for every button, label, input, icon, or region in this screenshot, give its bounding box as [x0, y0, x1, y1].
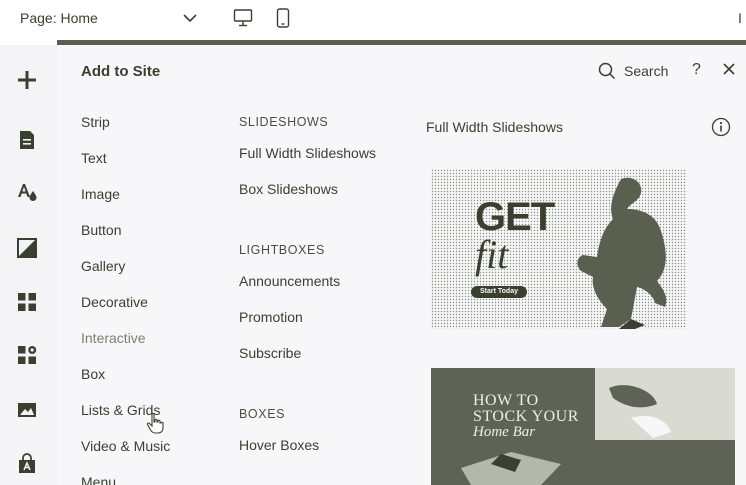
hand-cursor-icon: [146, 412, 164, 434]
desktop-icon[interactable]: [233, 8, 253, 28]
subcategory-full-width-slideshows[interactable]: Full Width Slideshows: [239, 145, 376, 161]
category-button[interactable]: Button: [81, 222, 121, 238]
get-fit-preview-image: [431, 169, 687, 329]
page-selector-prefix: Page:: [20, 10, 61, 26]
category-decorative[interactable]: Decorative: [81, 294, 148, 310]
subcategory-promotion[interactable]: Promotion: [239, 309, 303, 325]
category-video-music[interactable]: Video & Music: [81, 438, 170, 454]
panel-title: Add to Site: [81, 63, 161, 80]
chevron-down-icon[interactable]: [182, 10, 198, 26]
topbar-edge-text: I: [738, 10, 742, 26]
page-selector-value: Home: [60, 10, 98, 26]
search-label: Search: [624, 63, 669, 79]
add-to-site-panel: Add to Site Search ? Strip Text Image Bu…: [57, 45, 746, 485]
section-header-lightboxes: LIGHTBOXES: [239, 243, 325, 257]
section-header-boxes: BOXES: [239, 407, 286, 421]
category-box[interactable]: Box: [81, 366, 105, 382]
preview-title: Full Width Slideshows: [426, 119, 563, 135]
theme-icon[interactable]: [16, 181, 38, 203]
home-bar-line3: Home Bar: [473, 424, 536, 440]
left-toolbar: [0, 45, 57, 485]
subcategory-box-slideshows[interactable]: Box Slideshows: [239, 181, 338, 197]
category-menu[interactable]: Menu: [81, 474, 116, 485]
get-fit-subline: fit: [475, 232, 509, 277]
page-selector[interactable]: Page: Home: [20, 10, 98, 26]
search-button[interactable]: Search: [598, 61, 668, 81]
image-icon[interactable]: [16, 399, 38, 421]
get-fit-cta-button: Start Today: [471, 286, 527, 298]
plus-icon[interactable]: [16, 69, 38, 91]
subcategory-announcements[interactable]: Announcements: [239, 273, 340, 289]
page-icon[interactable]: [16, 129, 38, 151]
category-strip[interactable]: Strip: [81, 114, 110, 130]
subcategory-subscribe[interactable]: Subscribe: [239, 345, 301, 361]
close-icon[interactable]: [722, 62, 736, 76]
slideshow-preview-home-bar[interactable]: HOW TO STOCK YOUR Home Bar: [431, 368, 735, 485]
category-interactive[interactable]: Interactive: [81, 330, 146, 346]
category-text[interactable]: Text: [81, 150, 107, 166]
category-image[interactable]: Image: [81, 186, 120, 202]
top-bar: Page: Home I: [0, 0, 746, 40]
mobile-icon[interactable]: [276, 8, 290, 28]
market-icon[interactable]: [16, 453, 38, 475]
subcategory-hover-boxes[interactable]: Hover Boxes: [239, 437, 319, 453]
slideshow-preview-get-fit[interactable]: GET fit Start Today: [431, 169, 687, 329]
background-icon[interactable]: [16, 237, 38, 259]
category-gallery[interactable]: Gallery: [81, 258, 125, 274]
puzzle-icon[interactable]: [16, 344, 38, 366]
apps-grid-icon[interactable]: [16, 291, 38, 313]
search-icon: [598, 62, 616, 80]
help-button[interactable]: ?: [692, 61, 701, 79]
section-header-slideshows: SLIDESHOWS: [239, 115, 329, 129]
info-icon[interactable]: [711, 117, 731, 137]
